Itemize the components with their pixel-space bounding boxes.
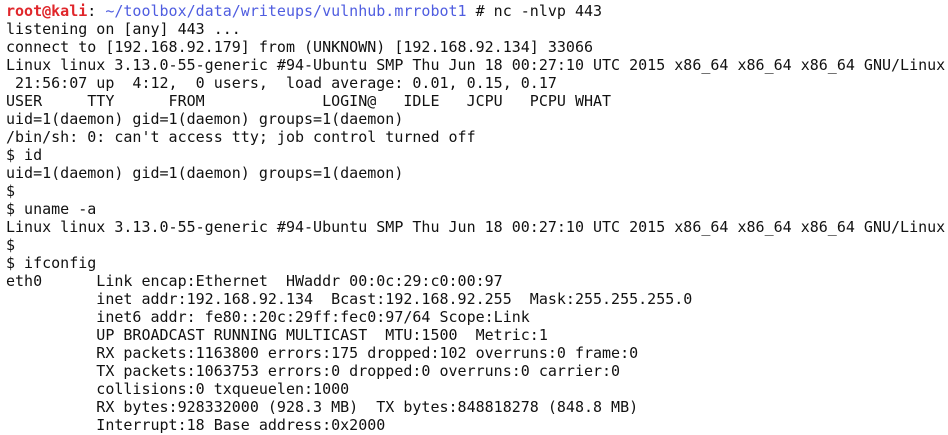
prompt-symbol: # (466, 2, 494, 20)
prompt-command: nc -nlvp 443 (493, 2, 603, 20)
output-line: $ uname -a (6, 200, 97, 218)
output-line: 21:56:07 up 4:12, 0 users, load average:… (6, 74, 557, 92)
output-line: listening on [any] 443 ... (6, 20, 241, 38)
output-line: $ (6, 182, 16, 200)
prompt-colon: : (87, 2, 97, 20)
prompt-path: ~/toolbox/data/writeups/vulnhub.mrrobot1 (96, 2, 467, 20)
output-line: $ (6, 236, 16, 254)
terminal-window[interactable]: root@kali: ~/toolbox/data/writeups/vulnh… (0, 0, 948, 435)
output-line: Linux linux 3.13.0-55-generic #94-Ubuntu… (6, 218, 946, 236)
prompt-line: root@kali: ~/toolbox/data/writeups/vulnh… (6, 2, 948, 20)
output-line: eth0 Link encap:Ethernet HWaddr 00:0c:29… (6, 272, 521, 290)
output-line: uid=1(daemon) gid=1(daemon) groups=1(dae… (6, 164, 404, 182)
output-line: $ id (6, 146, 43, 164)
output-line: Interrupt:18 Base address:0x2000 (6, 416, 395, 434)
output-line: TX packets:1063753 errors:0 dropped:0 ov… (6, 362, 621, 380)
output-line: RX bytes:928332000 (928.3 MB) TX bytes:8… (6, 398, 639, 416)
output-line: inet6 addr: fe80::20c:29ff:fec0:97/64 Sc… (6, 308, 530, 326)
output-line: Linux linux 3.13.0-55-generic #94-Ubuntu… (6, 56, 946, 74)
output-line: inet addr:192.168.92.134 Bcast:192.168.9… (6, 290, 693, 308)
output-line: $ ifconfig (6, 254, 97, 272)
output-line: /bin/sh: 0: can't access tty; job contro… (6, 128, 476, 146)
output-line: collisions:0 txqueuelen:1000 (6, 380, 359, 398)
output-line: uid=1(daemon) gid=1(daemon) groups=1(dae… (6, 110, 404, 128)
prompt-user-host: root@kali (6, 2, 88, 20)
output-line: RX packets:1163800 errors:175 dropped:10… (6, 344, 639, 362)
output-line: connect to [192.168.92.179] from (UNKNOW… (6, 38, 593, 56)
output-line: UP BROADCAST RUNNING MULTICAST MTU:1500 … (6, 326, 548, 344)
output-line: USER TTY FROM LOGIN@ IDLE JCPU PCPU WHAT (6, 92, 612, 110)
